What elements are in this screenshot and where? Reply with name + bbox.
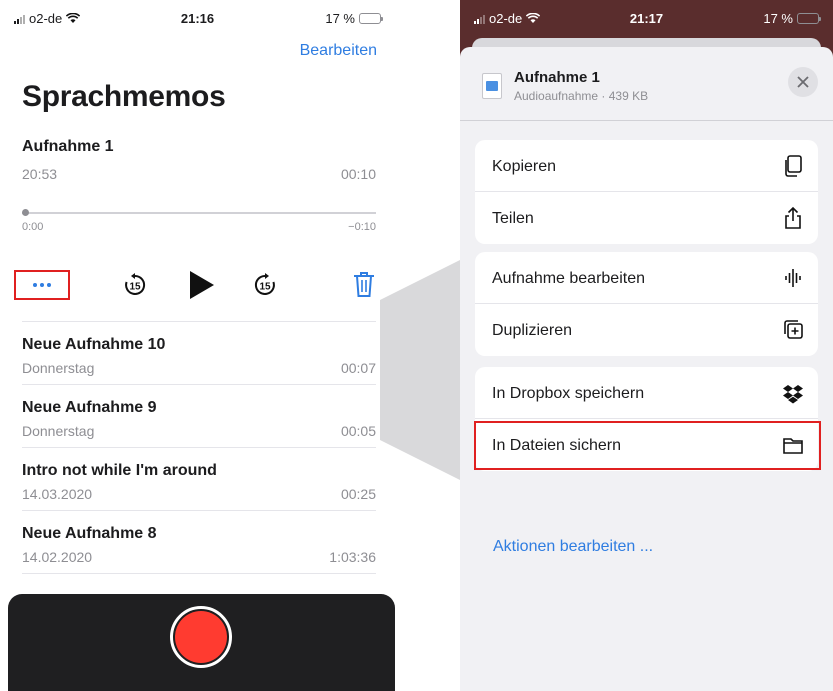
action-group: Aufnahme bearbeiten Duplizieren [475,252,818,356]
action-label: Aufnahme bearbeiten [492,270,645,287]
recording-title: Aufnahme 1 [22,138,114,155]
transition-arrow [380,260,460,480]
edit-button[interactable]: Bearbeiten [300,42,377,60]
recordings-list: Neue Aufnahme 10 Donnerstag 00:07 Neue A… [22,322,376,574]
playback-controls: 15 15 [14,262,380,306]
close-icon [797,76,809,88]
page-title: Sprachmemos [22,80,226,113]
file-title: Aufnahme 1 [514,69,600,86]
svg-text:15: 15 [259,282,271,293]
skip-forward-15-icon[interactable]: 15 [252,272,278,298]
action-label: Duplizieren [492,322,573,339]
recording-duration: 1:03:36 [329,549,376,565]
dropbox-icon [783,385,803,404]
action-save-dropbox[interactable]: In Dropbox speichern [475,367,818,419]
battery-icon [359,13,383,24]
record-panel [8,594,395,691]
list-item[interactable]: Neue Aufnahme 9 Donnerstag 00:05 [22,385,376,448]
action-copy[interactable]: Kopieren [475,140,818,192]
duplicate-icon [784,320,803,339]
list-item[interactable]: Neue Aufnahme 10 Donnerstag 00:07 [22,322,376,385]
scrubber-track [22,212,376,214]
action-label: In Dropbox speichern [492,385,645,402]
battery-percent: 17 % [763,11,793,26]
share-sheet-screen: o2-de 21:17 17 % Aufnahme 1 Audioaufnahm… [460,0,833,691]
action-edit-recording[interactable]: Aufnahme bearbeiten [475,252,818,304]
share-sheet: Aufnahme 1 Audioaufnahme · 439 KB Kopier… [460,47,833,691]
action-label: Kopieren [492,158,557,175]
recording-duration: 00:10 [340,166,376,182]
highlight-box [474,421,821,470]
recording-title: Neue Aufnahme 9 [22,399,157,416]
more-options-button[interactable] [14,270,70,300]
audio-file-icon [482,73,502,99]
recording-duration: 00:07 [340,360,376,376]
recording-date: 14.02.2020 [22,549,93,565]
close-button[interactable] [788,67,818,97]
status-bar: o2-de 21:17 17 % [460,0,833,36]
battery-percent: 17 % [325,11,355,26]
remaining-time: −0:10 [348,221,376,233]
battery-status: 17 % [325,11,383,26]
list-item[interactable]: Intro not while I'm around 14.03.2020 00… [22,448,376,511]
battery-icon [797,13,821,24]
list-item[interactable]: Neue Aufnahme 8 14.02.2020 1:03:36 [22,511,376,574]
recording-date: Donnerstag [22,423,95,439]
action-group: Kopieren Teilen [475,140,818,244]
status-bar: o2-de 21:16 17 % [0,0,395,36]
recording-title: Neue Aufnahme 8 [22,525,157,542]
playback-scrubber[interactable] [22,208,376,216]
share-icon [785,206,801,229]
elapsed-time: 0:00 [22,221,44,233]
file-subtitle: Audioaufnahme · 439 KB [514,89,649,103]
voice-memos-screen: o2-de 21:16 17 % Bearbeiten Sprachmemos … [0,0,395,691]
recording-title: Intro not while I'm around [22,462,217,479]
selected-recording[interactable]: Aufnahme 1 20:53 00:10 [22,138,376,184]
recording-duration: 00:05 [340,423,376,439]
recording-date: 20:53 [22,166,58,182]
action-share[interactable]: Teilen [475,192,818,244]
action-label: Teilen [492,210,534,227]
play-button[interactable] [190,271,214,299]
record-button[interactable] [170,606,232,668]
recording-date: 14.03.2020 [22,486,93,502]
scrubber-knob[interactable] [22,209,29,216]
skip-back-15-icon[interactable]: 15 [122,272,148,298]
recording-date: Donnerstag [22,360,95,376]
svg-text:15: 15 [129,282,141,293]
recording-title: Neue Aufnahme 10 [22,336,166,353]
recording-duration: 00:25 [340,486,376,502]
copy-icon [785,155,802,177]
edit-actions-link[interactable]: Aktionen bearbeiten ... [493,538,653,556]
trash-icon[interactable] [352,270,376,298]
file-header: Aufnahme 1 Audioaufnahme · 439 KB [460,47,833,121]
waveform-icon [785,269,801,287]
action-duplicate[interactable]: Duplizieren [475,304,818,356]
battery-status: 17 % [763,11,821,26]
